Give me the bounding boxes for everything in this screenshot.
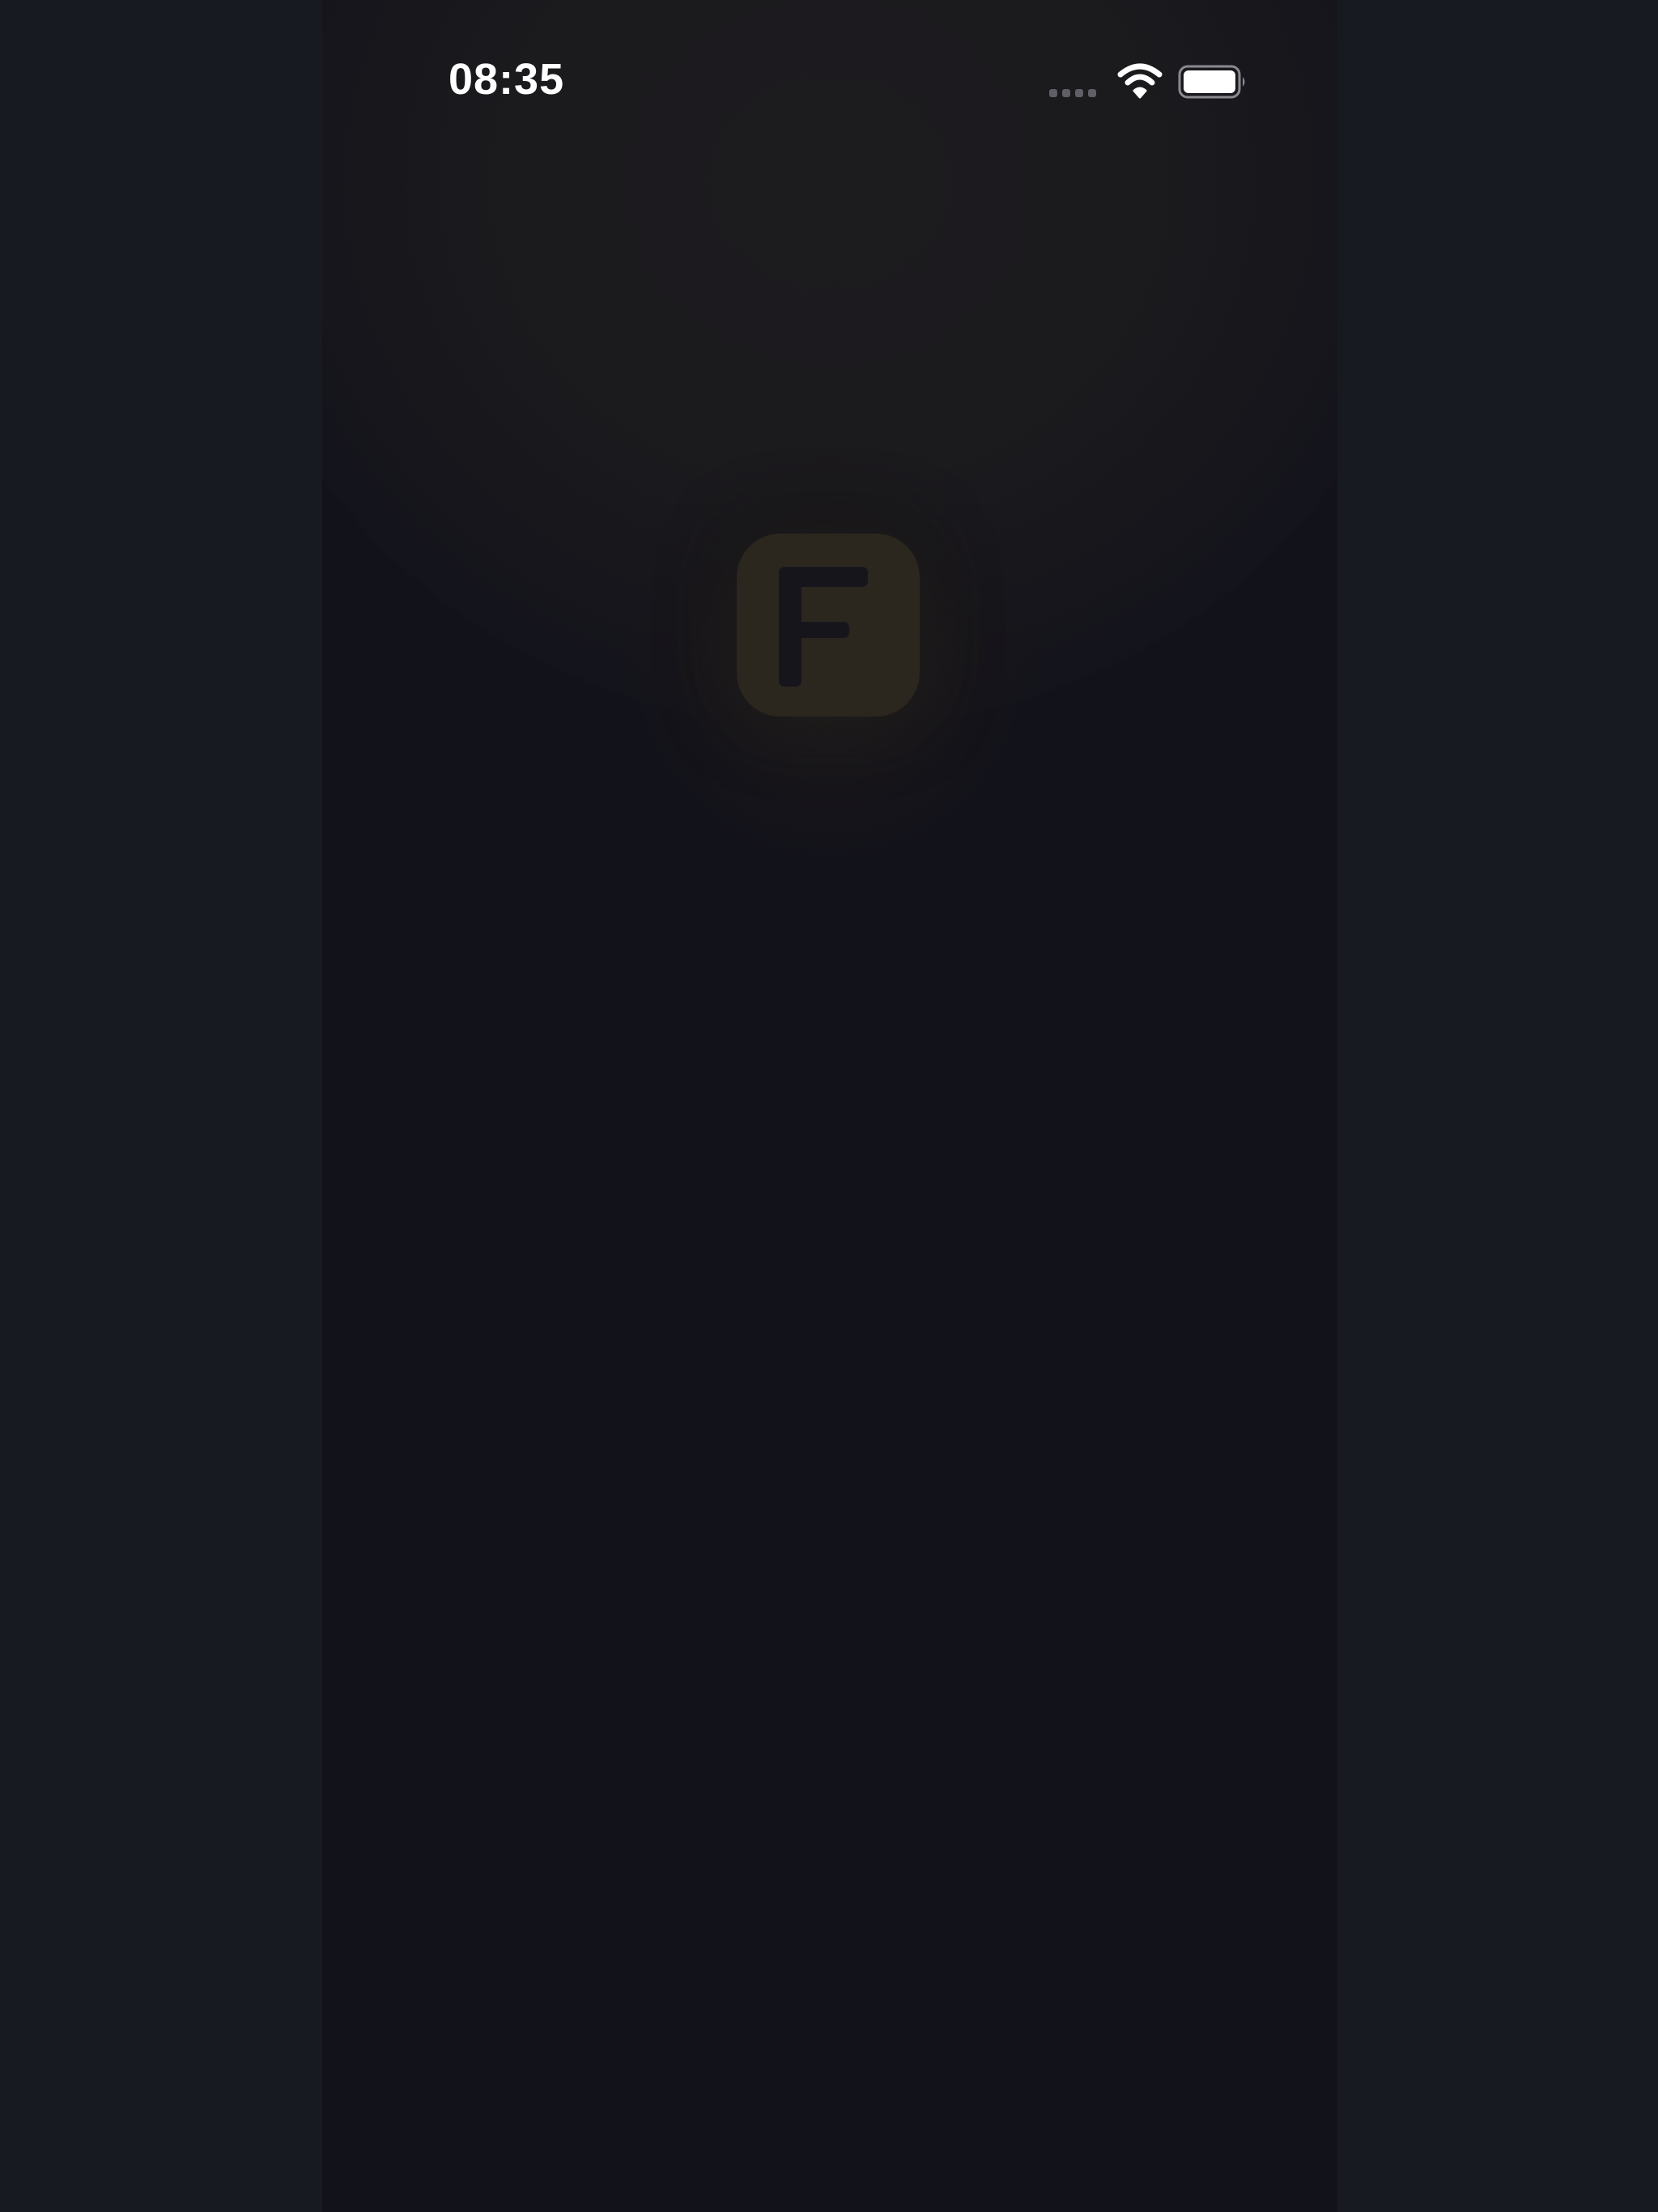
signal-dot [1075,89,1083,97]
signal-dot [1062,89,1070,97]
signal-dot [1049,89,1057,97]
battery-icon [1178,65,1248,100]
app-logo-icon [737,534,920,717]
signal-dot [1088,89,1096,97]
device-screen: 08:35 [322,0,1337,2212]
app-window: 08:35 [0,0,1658,2212]
status-bar: 08:35 [322,0,1337,146]
status-time: 08:35 [449,55,565,104]
wifi-icon [1117,63,1163,100]
cellular-signal-icon [1049,87,1101,99]
